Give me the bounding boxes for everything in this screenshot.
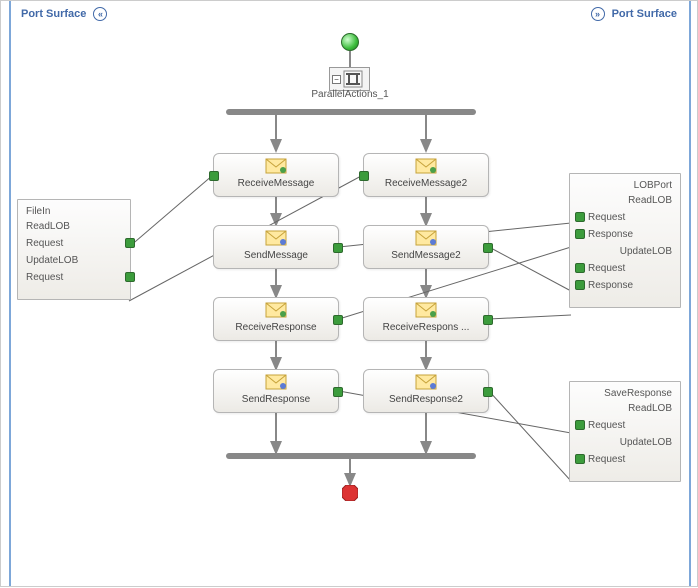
parallel-icon [343, 70, 363, 88]
port-connector[interactable] [575, 263, 585, 273]
receive-response-shape[interactable]: ReceiveResponse [213, 297, 339, 341]
port-connector[interactable] [125, 272, 135, 282]
port-filein[interactable]: FileIn ReadLOB Request UpdateLOB Request [17, 199, 131, 300]
port-connector[interactable] [575, 280, 585, 290]
port-lobport[interactable]: LOBPort ReadLOB Request Response UpdateL… [569, 173, 681, 308]
port-saveresponse[interactable]: SaveResponse ReadLOB Request UpdateLOB R… [569, 381, 681, 482]
port-connector[interactable] [575, 420, 585, 430]
operation-name[interactable]: ReadLOB [26, 221, 122, 232]
envelope-send-icon [214, 230, 338, 249]
receive-response2-shape[interactable]: ReceiveRespons ... [363, 297, 489, 341]
operation-name[interactable]: UpdateLOB [578, 246, 672, 257]
gutter-right [689, 1, 691, 586]
port-surface-label: Port Surface [21, 8, 86, 20]
message-label: Response [588, 280, 633, 291]
parallel-bar-top [226, 109, 476, 115]
message-label: Request [588, 454, 625, 465]
envelope-send-icon [214, 374, 338, 393]
port-connector[interactable] [483, 315, 493, 325]
send-message-shape[interactable]: SendMessage [213, 225, 339, 269]
shape-label: ReceiveMessage2 [364, 178, 488, 189]
port-connector[interactable] [575, 229, 585, 239]
parallel-bar-bottom [226, 453, 476, 459]
chevron-right-icon[interactable]: » [591, 7, 605, 21]
envelope-receive-icon [214, 302, 338, 321]
envelope-send-icon [364, 230, 488, 249]
send-message2-shape[interactable]: SendMessage2 [363, 225, 489, 269]
message-label: Request [588, 212, 625, 223]
receive-message2-shape[interactable]: ReceiveMessage2 [363, 153, 489, 197]
shape-label: ReceiveRespons ... [364, 322, 488, 333]
message-part[interactable]: Request [588, 454, 672, 465]
envelope-receive-icon [214, 158, 338, 177]
port-title: FileIn [26, 206, 122, 217]
end-shape[interactable] [342, 485, 358, 501]
operation-name[interactable]: ReadLOB [578, 195, 672, 206]
parallel-actions-shape[interactable]: − [329, 67, 370, 91]
port-title: SaveResponse [578, 388, 672, 399]
port-surface-left-header: Port Surface « [21, 7, 111, 21]
port-connector[interactable] [483, 387, 493, 397]
receive-message-shape[interactable]: ReceiveMessage [213, 153, 339, 197]
envelope-receive-icon [364, 158, 488, 177]
message-part[interactable]: Response [588, 280, 672, 291]
shape-label: SendResponse [214, 394, 338, 405]
shape-label: ReceiveResponse [214, 322, 338, 333]
port-surface-label: Port Surface [612, 8, 677, 20]
collapse-icon[interactable]: − [332, 75, 341, 84]
port-connector[interactable] [125, 238, 135, 248]
operation-name[interactable]: UpdateLOB [578, 437, 672, 448]
port-surface-right-header: » Port Surface [587, 7, 677, 21]
port-connector[interactable] [209, 171, 219, 181]
message-label: Request [588, 420, 625, 431]
message-part[interactable]: Request [26, 238, 122, 249]
envelope-send-icon [364, 374, 488, 393]
message-part[interactable]: Request [588, 212, 672, 223]
envelope-receive-icon [364, 302, 488, 321]
shape-label: ReceiveMessage [214, 178, 338, 189]
parallel-actions-label: ParallelActions_1 [290, 89, 410, 100]
port-connector[interactable] [359, 171, 369, 181]
message-part[interactable]: Response [588, 229, 672, 240]
start-shape[interactable] [341, 33, 359, 51]
message-part[interactable]: Request [26, 272, 122, 283]
operation-name[interactable]: ReadLOB [578, 403, 672, 414]
port-connector[interactable] [333, 243, 343, 253]
orchestration-designer-canvas[interactable]: Port Surface « » Port Surface − Parallel… [0, 0, 698, 587]
port-connector[interactable] [333, 315, 343, 325]
port-connector[interactable] [483, 243, 493, 253]
port-connector[interactable] [575, 212, 585, 222]
message-label: Response [588, 229, 633, 240]
shape-label: SendResponse2 [364, 394, 488, 405]
operation-name[interactable]: UpdateLOB [26, 255, 122, 266]
shape-label: SendMessage2 [364, 250, 488, 261]
message-label: Request [26, 272, 63, 283]
port-connector[interactable] [575, 454, 585, 464]
port-title: LOBPort [578, 180, 672, 191]
send-response2-shape[interactable]: SendResponse2 [363, 369, 489, 413]
port-connector[interactable] [333, 387, 343, 397]
send-response-shape[interactable]: SendResponse [213, 369, 339, 413]
chevron-left-icon[interactable]: « [93, 7, 107, 21]
gutter-left [9, 1, 11, 586]
message-part[interactable]: Request [588, 263, 672, 274]
shape-label: SendMessage [214, 250, 338, 261]
message-label: Request [588, 263, 625, 274]
message-part[interactable]: Request [588, 420, 672, 431]
message-label: Request [26, 238, 63, 249]
